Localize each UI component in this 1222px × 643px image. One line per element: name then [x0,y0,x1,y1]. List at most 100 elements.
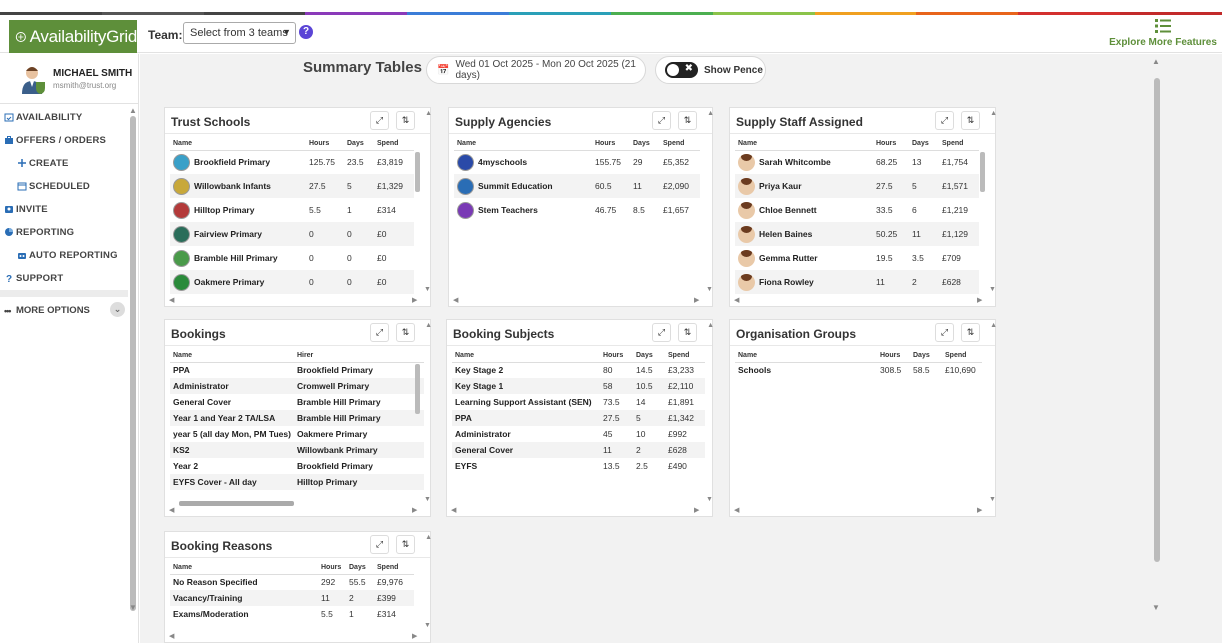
column-header[interactable]: Hours [318,562,346,575]
table-row[interactable]: Key Stage 1 58 10.5 £2,110 [452,378,705,394]
scroll-down-icon[interactable]: ▼ [424,496,431,503]
scroll-down-icon[interactable]: ▼ [424,622,431,629]
scroll-left-icon[interactable]: ◀ [453,296,458,304]
scroll-up-icon[interactable]: ▲ [129,106,137,115]
column-header[interactable]: Spend [374,562,414,575]
column-header[interactable]: Spend [942,350,982,363]
table-row[interactable]: Brookfield Primary 125.75 23.5 £3,819 [170,150,414,174]
sidebar-item-auto-reporting[interactable]: AUTO REPORTING [0,244,128,267]
scroll-right-icon[interactable]: ▶ [694,506,699,514]
column-header[interactable]: Name [735,138,873,151]
expand-icon[interactable]: ⤢ [935,111,954,130]
table-row[interactable]: KS2 Willowbank Primary [170,442,424,458]
table-row[interactable]: Willowbank Infants 27.5 5 £1,329 [170,174,414,198]
scroll-up-icon[interactable]: ▲ [425,110,432,117]
table-scrollbar[interactable] [415,364,420,414]
table-row[interactable]: Administrator 45 10 £992 [452,426,705,442]
more-options-button[interactable]: ••• MORE OPTIONS ⌄ [0,297,128,323]
scroll-left-icon[interactable]: ◀ [169,632,174,640]
sidebar-item-offers-orders[interactable]: OFFERS / ORDERS [0,129,128,152]
table-row[interactable]: Summit Education 60.5 11 £2,090 [454,174,700,198]
scroll-up-icon[interactable]: ▲ [1152,57,1160,66]
table-row[interactable]: Fairview Primary 0 0 £0 [170,222,414,246]
table-row[interactable]: Fiona Rowley 11 2 £628 [735,270,979,294]
scroll-up-icon[interactable]: ▲ [990,322,997,329]
scroll-down-icon[interactable]: ▼ [424,286,431,293]
column-header[interactable]: Days [910,350,942,363]
column-header[interactable]: Days [909,138,939,151]
toggle-switch[interactable]: ✖ [665,62,698,78]
main-scrollbar[interactable] [1154,78,1160,562]
column-header[interactable]: Days [344,138,374,151]
column-header[interactable]: Name [735,350,877,363]
column-header[interactable]: Spend [665,350,705,363]
scroll-down-icon[interactable]: ▼ [706,496,713,503]
sort-icon[interactable]: ⇅ [396,535,415,554]
column-header[interactable]: Hirer [293,350,424,363]
column-header[interactable]: Name [454,138,592,151]
scroll-up-icon[interactable]: ▲ [425,534,432,541]
sort-icon[interactable]: ⇅ [396,323,415,342]
column-header[interactable]: Spend [939,138,979,151]
table-row[interactable]: Exams/Moderation 5.5 1 £314 [170,606,414,622]
column-header[interactable]: Name [170,138,306,151]
scroll-down-icon[interactable]: ▼ [1152,603,1160,612]
column-header[interactable]: Spend [374,138,414,151]
column-header[interactable]: Hours [873,138,909,151]
sort-icon[interactable]: ⇅ [961,111,980,130]
column-header[interactable]: Hours [877,350,910,363]
table-row[interactable]: EYFS 13.5 2.5 £490 [452,458,705,474]
scroll-right-icon[interactable]: ▶ [694,296,699,304]
sidebar-scrollbar[interactable] [130,116,136,611]
scroll-right-icon[interactable]: ▶ [412,632,417,640]
table-row[interactable]: 4myschools 155.75 29 £5,352 [454,150,700,174]
column-header[interactable]: Days [346,562,374,575]
sort-icon[interactable]: ⇅ [396,111,415,130]
sort-icon[interactable]: ⇅ [678,323,697,342]
scroll-up-icon[interactable]: ▲ [425,322,432,329]
table-row[interactable]: Hilltop Primary 5.5 1 £314 [170,198,414,222]
table-row[interactable]: Vacancy/Training 11 2 £399 [170,590,414,606]
table-row[interactable]: Key Stage 2 80 14.5 £3,233 [452,362,705,378]
table-row[interactable]: Gemma Rutter 19.5 3.5 £709 [735,246,979,270]
sidebar-item-support[interactable]: ? SUPPORT [0,267,128,290]
app-logo[interactable]: AvailabilityGrid [9,20,137,53]
column-header[interactable]: Name [452,350,600,363]
table-row[interactable]: Learning Support Assistant (SEN) 73.5 14 £1… [452,394,705,410]
sidebar-item-invite[interactable]: INVITE [0,198,128,221]
table-scrollbar[interactable] [980,152,985,192]
scroll-left-icon[interactable]: ◀ [169,506,174,514]
user-profile[interactable]: MICHAEL SMITH msmith@trust.org [0,54,138,104]
scroll-up-icon[interactable]: ▲ [707,110,714,117]
table-row[interactable]: Helen Baines 50.25 11 £1,129 [735,222,979,246]
scroll-right-icon[interactable]: ▶ [977,296,982,304]
scroll-left-icon[interactable]: ◀ [451,506,456,514]
column-header[interactable]: Hours [592,138,630,151]
table-row[interactable]: Chloe Bennett 33.5 6 £1,219 [735,198,979,222]
table-row[interactable]: Priya Kaur 27.5 5 £1,571 [735,174,979,198]
scroll-left-icon[interactable]: ◀ [734,296,739,304]
table-row[interactable]: Year 1 and Year 2 TA/LSA Bramble Hill Pri… [170,410,424,426]
table-row[interactable]: Year 2 Brookfield Primary [170,458,424,474]
table-row[interactable]: General Cover Bramble Hill Primary [170,394,424,410]
date-range-button[interactable]: 📅 Wed 01 Oct 2025 - Mon 20 Oct 2025 (21 d… [426,56,646,84]
help-icon[interactable]: ? [299,25,313,39]
expand-icon[interactable]: ⤢ [935,323,954,342]
table-row[interactable]: EYFS Cover - All day Hilltop Primary [170,474,424,490]
table-row[interactable]: Schools 308.5 58.5 £10,690 [735,362,982,378]
scroll-up-icon[interactable]: ▲ [707,322,714,329]
scroll-down-icon[interactable]: ▼ [129,603,137,612]
sidebar-item-create[interactable]: CREATE [0,152,128,175]
expand-icon[interactable]: ⤢ [652,111,671,130]
sort-icon[interactable]: ⇅ [678,111,697,130]
expand-icon[interactable]: ⤢ [652,323,671,342]
explore-features-button[interactable]: Explore More Features [1108,18,1218,48]
team-select[interactable]: Select from 3 teams ▼ [183,22,296,44]
horizontal-scrollbar[interactable] [179,501,294,506]
scroll-down-icon[interactable]: ▼ [989,496,996,503]
table-scrollbar[interactable] [415,152,420,192]
table-row[interactable]: Sarah Whitcombe 68.25 13 £1,754 [735,150,979,174]
scroll-left-icon[interactable]: ◀ [169,296,174,304]
scroll-right-icon[interactable]: ▶ [977,506,982,514]
column-header[interactable]: Days [633,350,665,363]
